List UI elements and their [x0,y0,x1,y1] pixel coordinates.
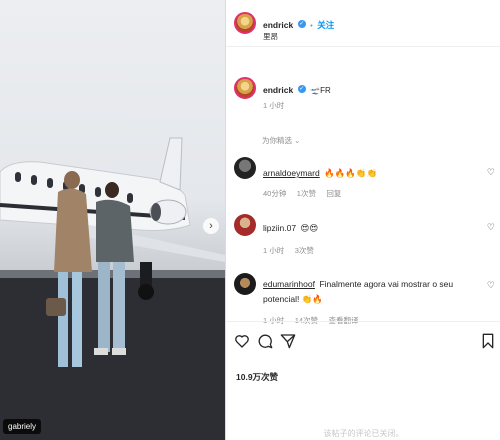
caption-text: 🛫FR [310,86,331,95]
comment-item: lipziin.07 😍😍 [263,218,318,236]
separator-dot: • [310,21,313,30]
verified-icon: ✓ [297,84,306,93]
caption-author-avatar[interactable] [234,77,256,99]
heart-icon[interactable] [234,333,250,349]
post-actions: 10.9万次赞 [226,321,500,440]
comment-likes[interactable]: 3次赞 [295,246,314,255]
commenter-avatar[interactable] [234,273,256,295]
comments-closed-note: 该帖子的评论已关闭。 [323,429,404,438]
comment-sort-dropdown[interactable]: 为你精选 ⌄ [262,135,300,146]
author-avatar[interactable] [234,12,256,34]
follow-button[interactable]: 关注 [317,20,334,30]
next-photo-button[interactable]: › [203,218,219,234]
comment-username[interactable]: edumarinhoof [263,279,315,289]
comment-item: edumarinhoof Finalmente agora vai mostra… [263,276,481,306]
comment-text: 🔥🔥🔥👏👏 [324,168,378,178]
commenter-avatar[interactable] [234,214,256,236]
post-location[interactable]: 里昂 [263,31,278,42]
post-details-panel: endrick ✓ • 关注 里昂 endrick ✓ 🛫FR 1 小时 为你精… [225,0,500,440]
caption-time: 1 小时 [263,101,285,110]
comment-icon[interactable] [257,333,273,349]
comment-username[interactable]: lipziin.07 [263,223,296,233]
comment-item: arnaldoeymard 🔥🔥🔥👏👏 [263,163,377,181]
likes-count[interactable]: 10.9万次赞 [236,371,278,383]
tagged-user-label[interactable]: gabriely [3,419,42,434]
comment-like-icon[interactable]: ♡ [487,222,495,233]
comment-username[interactable]: arnaldoeymard [263,168,320,178]
caption-username[interactable]: endrick [263,85,293,95]
comment-likes[interactable]: 1次赞 [297,189,316,198]
post-photo[interactable]: › gabriely [0,0,225,440]
comment-text: 😍😍 [300,223,319,233]
bookmark-icon[interactable] [481,333,495,349]
comment-time: 1 小时 [263,246,285,255]
author-username[interactable]: endrick [263,20,293,30]
post-header: endrick ✓ • 关注 里昂 [226,0,500,47]
commenter-avatar[interactable] [234,157,256,179]
jet-scene [0,137,225,440]
verified-icon: ✓ [297,19,306,28]
share-icon[interactable] [280,333,296,349]
comment-time: 40分钟 [263,189,287,198]
comment-like-icon[interactable]: ♡ [487,280,495,291]
comment-like-icon[interactable]: ♡ [487,167,495,178]
reply-button[interactable]: 回复 [326,189,341,198]
